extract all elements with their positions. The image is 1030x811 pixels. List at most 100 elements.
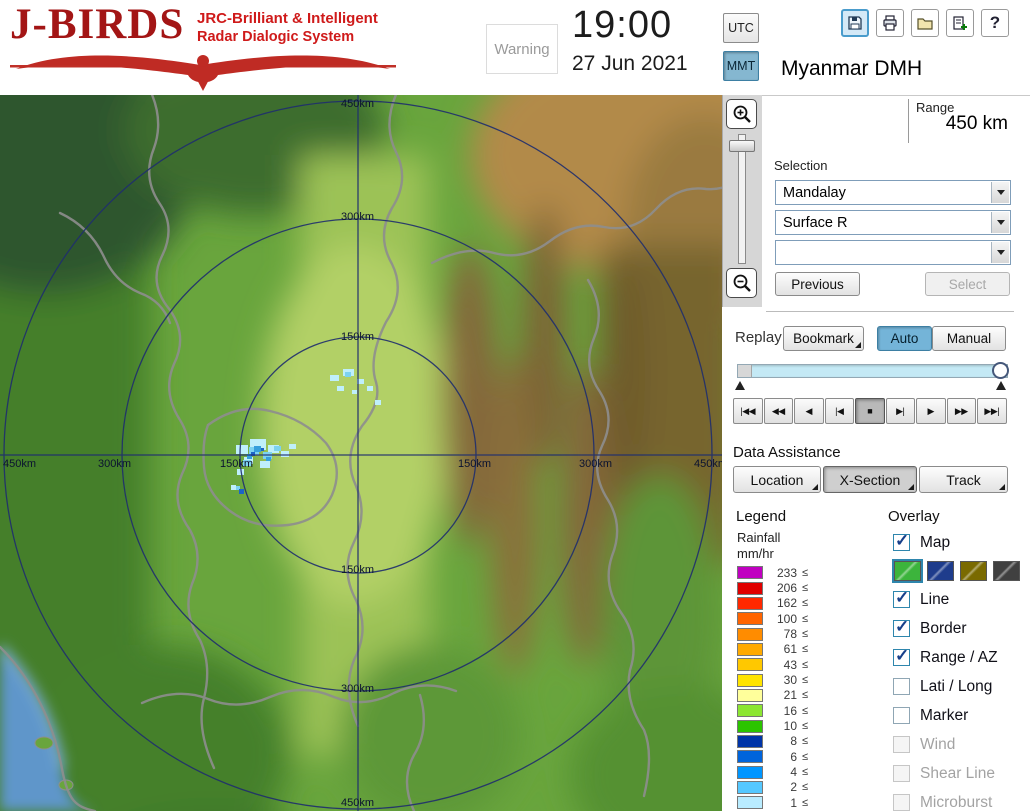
previous-button[interactable]: Previous	[775, 272, 860, 296]
map-checkbox[interactable]	[893, 531, 910, 551]
overlay-item-shear-line: Shear Line	[893, 759, 1030, 788]
help-button[interactable]: ?	[981, 9, 1009, 37]
shear-line-checkbox	[893, 765, 910, 782]
legend-swatch	[737, 581, 763, 595]
legend-row: 2 ≤	[737, 780, 857, 795]
help-icon: ?	[989, 13, 1001, 32]
legend-swatch	[737, 596, 763, 610]
legend-row: 16 ≤	[737, 703, 857, 718]
legend-row: 4 ≤	[737, 764, 857, 779]
legend-swatch	[737, 612, 763, 626]
manual-button[interactable]: Manual	[932, 326, 1006, 351]
xsection-button[interactable]: X-Section	[823, 466, 917, 493]
mmt-button[interactable]: MMT	[723, 51, 759, 81]
legend-row: 206 ≤	[737, 580, 857, 595]
play-back-button[interactable]: ◀	[794, 398, 824, 424]
legend-row: 78 ≤	[737, 626, 857, 641]
book-plus-icon	[953, 16, 967, 30]
jbirds-app: J-BIRDS JRC-Brilliant & Intelligent Rada…	[0, 0, 1030, 811]
map-color-gray-button[interactable]	[993, 561, 1020, 581]
legend-unit-line2: mm/hr	[737, 546, 774, 561]
ring-label-300-top: 300km	[341, 211, 375, 223]
utc-button[interactable]: UTC	[723, 13, 759, 43]
overlay-item-marker: Marker	[893, 701, 1030, 730]
ring-label-300-right: 300km	[579, 458, 613, 470]
legend-swatch	[737, 627, 763, 641]
legend-label: Legend	[736, 508, 787, 525]
auto-button[interactable]: Auto	[877, 326, 932, 351]
magnifier-minus-icon	[733, 274, 751, 292]
eagle-logo-icon	[10, 55, 396, 91]
track-button[interactable]: Track	[919, 466, 1008, 493]
legend-row: 233 ≤	[737, 565, 857, 580]
legend-row: 10 ≤	[737, 718, 857, 733]
legend-scale: 233 ≤ 206 ≤ 162 ≤ 100 ≤ 78 ≤ 61 ≤ 43 ≤ 30 ≤ 21 ≤ …	[737, 565, 857, 811]
legend-swatch	[737, 780, 763, 794]
timeline-start-marker	[735, 381, 745, 390]
step-back-button[interactable]: |◀	[824, 398, 854, 424]
legend-swatch	[737, 673, 763, 687]
ring-label-300-bottom: 300km	[341, 683, 375, 695]
map-color-green-button[interactable]	[892, 559, 923, 583]
ring-label-450-top: 450km	[341, 98, 375, 110]
zoom-out-button[interactable]	[726, 268, 757, 298]
save-button[interactable]	[841, 9, 869, 37]
legend-unit-line1: Rainfall	[737, 530, 781, 545]
range-az-checkbox[interactable]	[893, 646, 910, 666]
legend-swatch	[737, 796, 763, 810]
replay-label: Replay	[735, 329, 782, 346]
export-button[interactable]	[946, 9, 974, 37]
transport-controls: |◀◀ ◀◀ ◀ |◀ ■ ▶| ▶ ▶▶ ▶▶|	[733, 398, 1007, 424]
ring-label-150-top: 150km	[341, 331, 375, 343]
play-button[interactable]: ▶	[916, 398, 946, 424]
legend-row: 1 ≤	[737, 795, 857, 810]
legend-swatch	[737, 688, 763, 702]
site-dropdown[interactable]: Mandalay	[775, 180, 1011, 205]
legend-swatch	[737, 566, 763, 580]
legend-swatch	[737, 719, 763, 733]
chevron-down-icon[interactable]	[991, 212, 1009, 233]
radar-map[interactable]: 450km 300km 150km 150km 300km 450km 450k…	[0, 95, 722, 811]
printer-icon	[883, 15, 897, 31]
zoom-slider-track[interactable]	[738, 134, 746, 264]
stop-button[interactable]: ■	[855, 398, 885, 424]
replay-timeline[interactable]	[737, 364, 1008, 378]
open-folder-button[interactable]	[911, 9, 939, 37]
ring-label-450-bottom: 450km	[341, 797, 375, 809]
chevron-down-icon[interactable]	[991, 242, 1009, 263]
legend-row: 8 ≤	[737, 734, 857, 749]
select-button[interactable]: Select	[925, 272, 1010, 296]
product-dropdown[interactable]: Surface R	[775, 210, 1011, 235]
zoom-in-button[interactable]	[726, 99, 757, 129]
data-assistance-label: Data Assistance	[733, 444, 841, 461]
legend-row: 61 ≤	[737, 642, 857, 657]
skip-last-button[interactable]: ▶▶|	[977, 398, 1007, 424]
step-forward-button[interactable]: ▶|	[885, 398, 915, 424]
fast-forward-button[interactable]: ▶▶	[946, 398, 976, 424]
save-icon	[848, 16, 862, 30]
map-color-navy-button[interactable]	[927, 561, 954, 581]
line-checkbox[interactable]	[893, 588, 910, 608]
marker-checkbox[interactable]	[893, 707, 910, 724]
fast-rewind-button[interactable]: ◀◀	[763, 398, 793, 424]
lati-long-checkbox[interactable]	[893, 678, 910, 695]
station-title: Myanmar DMH	[781, 57, 923, 80]
border-checkbox[interactable]	[893, 617, 910, 637]
legend-swatch	[737, 704, 763, 718]
warning-indicator[interactable]: Warning	[486, 24, 558, 74]
legend-swatch	[737, 642, 763, 656]
map-color-olive-button[interactable]	[960, 561, 987, 581]
chevron-down-icon[interactable]	[991, 182, 1009, 203]
timeline-knob[interactable]	[992, 362, 1009, 379]
print-button[interactable]	[876, 9, 904, 37]
ring-label-150-right: 150km	[458, 458, 492, 470]
bookmark-button[interactable]: Bookmark	[783, 326, 864, 351]
zoom-slider-handle[interactable]	[729, 140, 755, 152]
overlay-item-microburst: Microburst	[893, 788, 1030, 811]
legend-row: 162 ≤	[737, 596, 857, 611]
legend-row: 21 ≤	[737, 688, 857, 703]
location-button[interactable]: Location	[733, 466, 821, 493]
skip-first-button[interactable]: |◀◀	[733, 398, 763, 424]
option-dropdown[interactable]	[775, 240, 1011, 265]
app-logo-title: J-BIRDS	[10, 1, 185, 48]
